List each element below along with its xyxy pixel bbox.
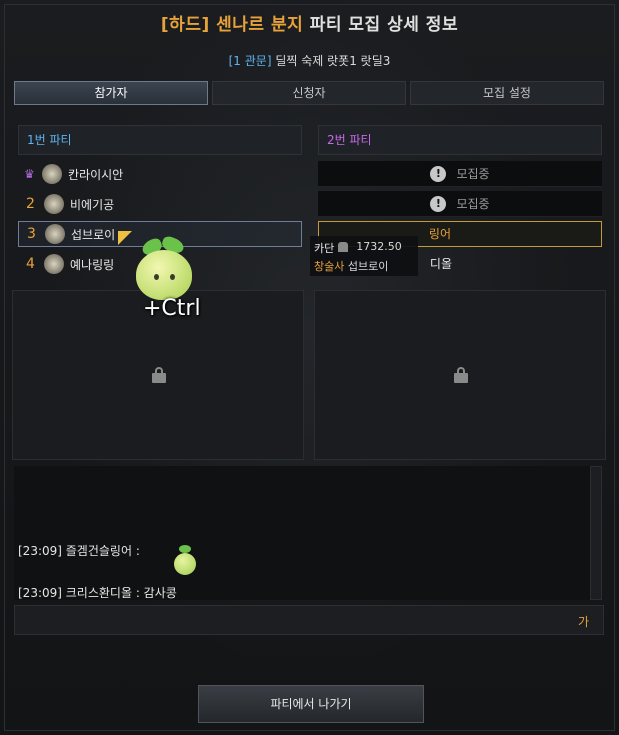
- lock-icon: [454, 367, 468, 383]
- member-name: 디올: [429, 257, 452, 271]
- member-name: 섭브로이: [71, 227, 116, 242]
- sprout-emote-icon: [172, 545, 198, 579]
- tooltip-server-row: 카단 1732.50: [314, 240, 402, 256]
- class-icon: [45, 224, 65, 244]
- party2-slot-1[interactable]: ! 모집중: [318, 161, 602, 187]
- recruit-text: 딜찍 숙제 랏폿1 랏딜3: [275, 54, 391, 68]
- tooltip-item-level: 1732.50: [356, 240, 402, 253]
- title-difficulty: [하드]: [160, 15, 210, 35]
- member-number: 4: [26, 256, 35, 272]
- info-icon: !: [430, 165, 447, 182]
- member-name: 칸라이시안: [68, 167, 124, 182]
- window-title: [하드] 센나르 분지 파티 모집 상세 정보: [0, 10, 619, 35]
- tooltip-class-row: 창술사 섭브로이: [314, 258, 388, 274]
- info-icon: !: [430, 195, 447, 212]
- tab-recruit-settings[interactable]: 모집 설정: [410, 81, 604, 105]
- recruit-description: [1 관문] 딜찍 숙제 랏폿1 랏딜3: [0, 52, 619, 69]
- member-tooltip: 카단 1732.50 창술사 섭브로이: [310, 236, 418, 276]
- party2-header: 2번 파티: [318, 125, 602, 155]
- member-number: 2: [26, 196, 35, 212]
- chat-line-1: [23:09] 즐겜건슬링어 :: [18, 544, 140, 558]
- leave-party-button[interactable]: 파티에서 나가기: [198, 685, 424, 723]
- tab-applicants[interactable]: 신청자: [212, 81, 406, 105]
- member-name: 링어: [428, 227, 451, 241]
- party1-member-2[interactable]: 2 비에기공: [18, 191, 302, 217]
- sprout-mascot-icon: [132, 234, 196, 304]
- gate-tag: [1 관문]: [228, 54, 272, 68]
- class-icon: [42, 164, 62, 184]
- leader-crown-icon: ♛: [24, 167, 35, 181]
- slot-status: 모집중: [456, 167, 490, 181]
- tab-bar: 참가자 신청자 모집 설정: [14, 81, 604, 105]
- chat-log: [14, 466, 594, 600]
- party2-locked-panel: [314, 290, 606, 460]
- member-name: 예나링링: [70, 257, 115, 272]
- tooltip-server: 카단: [314, 242, 335, 255]
- class-icon: [44, 194, 64, 214]
- slot-status: 모집중: [456, 197, 490, 211]
- ctrl-hint: +Ctrl: [143, 296, 201, 321]
- cursor-icon: [118, 231, 132, 245]
- chat-input[interactable]: 가: [14, 605, 604, 635]
- tab-participants[interactable]: 참가자: [14, 81, 208, 105]
- title-raid: 센나르 분지: [216, 15, 304, 35]
- tooltip-class: 창술사: [314, 260, 345, 273]
- tooltip-name: 섭브로이: [347, 260, 389, 273]
- party1-header: 1번 파티: [18, 125, 302, 155]
- ime-indicator: 가: [577, 615, 589, 629]
- chat-scrollbar[interactable]: [590, 466, 602, 600]
- helmet-icon: [338, 242, 349, 252]
- party1-member-1[interactable]: ♛ 칸라이시안: [18, 161, 302, 187]
- title-suffix: 파티 모집 상세 정보: [309, 15, 459, 35]
- party2-slot-2[interactable]: ! 모집중: [318, 191, 602, 217]
- member-name: 비에기공: [70, 197, 115, 212]
- chat-line-2: [23:09] 크리스환디올 : 감사콩: [18, 586, 177, 600]
- class-icon: [44, 254, 64, 274]
- member-number: 3: [27, 226, 36, 242]
- lock-icon: [152, 367, 166, 383]
